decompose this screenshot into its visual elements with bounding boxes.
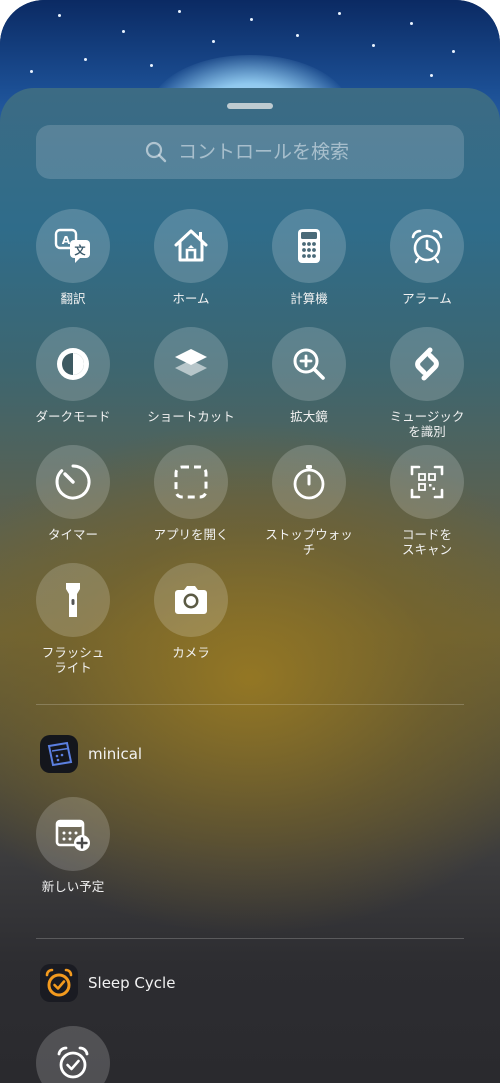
section-divider xyxy=(36,938,464,939)
control-label: ストップウォッチ xyxy=(265,527,353,557)
control-button[interactable] xyxy=(36,563,110,637)
sleep-cycle-app-icon xyxy=(40,964,78,1002)
open-app-icon xyxy=(174,465,208,499)
control-label: 翻訳 xyxy=(60,291,86,306)
control-button[interactable] xyxy=(154,563,228,637)
section-divider xyxy=(36,704,464,705)
sleep-alarm-icon xyxy=(57,1046,89,1079)
app-name: Sleep Cycle xyxy=(88,974,176,992)
translate-icon: A 文 xyxy=(54,228,90,263)
control-label: 計算機 xyxy=(290,291,328,306)
controls-gallery-sheet: コントロールを検索 A 文 翻訳 ホーム 計算機 アラーム ダークモード ショー… xyxy=(0,88,500,1083)
star xyxy=(430,74,433,77)
control-label: タイマー xyxy=(47,527,98,542)
control-button[interactable] xyxy=(36,445,110,519)
control-label: ダークモード xyxy=(35,409,111,424)
control-button[interactable] xyxy=(272,327,346,401)
app-name: minical xyxy=(88,745,143,763)
star xyxy=(296,34,299,37)
star xyxy=(84,58,87,61)
svg-text:A: A xyxy=(62,234,71,247)
search-placeholder: コントロールを検索 xyxy=(178,141,350,163)
star xyxy=(30,70,33,73)
control-button[interactable] xyxy=(390,209,464,283)
shazam-icon xyxy=(415,347,439,381)
control-label: ホーム xyxy=(172,291,210,306)
sheet-grabber[interactable] xyxy=(227,103,273,109)
control-button[interactable] xyxy=(272,209,346,283)
shortcuts-icon xyxy=(175,349,207,376)
control-button[interactable] xyxy=(154,445,228,519)
control-label: ショートカット xyxy=(147,409,235,424)
control-button[interactable] xyxy=(390,445,464,519)
star xyxy=(122,30,125,33)
control-label: 拡大鏡 xyxy=(290,409,328,424)
control-button[interactable] xyxy=(390,327,464,401)
search-icon xyxy=(145,141,167,163)
star xyxy=(338,12,341,15)
star xyxy=(372,44,375,47)
dark-mode-icon xyxy=(57,348,89,380)
timer-icon xyxy=(55,464,91,500)
home-icon xyxy=(174,229,208,262)
control-button[interactable] xyxy=(36,1026,110,1083)
star xyxy=(452,50,455,53)
star xyxy=(410,22,413,25)
control-button[interactable] xyxy=(272,445,346,519)
star xyxy=(250,18,253,21)
control-button[interactable] xyxy=(154,327,228,401)
flashlight-icon xyxy=(66,583,80,617)
new-event-icon xyxy=(55,819,90,851)
control-button[interactable] xyxy=(36,797,110,871)
qr-scan-icon xyxy=(410,465,444,499)
control-label: カメラ xyxy=(172,645,210,660)
control-label: コードを スキャン xyxy=(401,527,452,557)
stopwatch-icon xyxy=(293,465,325,500)
control-button[interactable] xyxy=(36,327,110,401)
calculator-icon xyxy=(298,229,320,263)
star xyxy=(178,10,181,13)
control-label: アプリを開く xyxy=(153,527,229,542)
star xyxy=(58,14,61,17)
control-button[interactable] xyxy=(154,209,228,283)
camera-icon xyxy=(175,586,207,614)
alarm-icon xyxy=(411,229,443,264)
control-label: アラーム xyxy=(402,291,452,306)
search-field[interactable]: コントロールを検索 xyxy=(36,125,464,179)
control-label: フラッシュ ライト xyxy=(41,645,105,675)
control-label: 新しい予定 xyxy=(41,879,105,894)
magnifier-icon xyxy=(293,348,325,380)
control-label: ミュージック を識別 xyxy=(389,409,465,439)
star xyxy=(150,64,153,67)
star xyxy=(212,40,215,43)
control-button[interactable]: A 文 xyxy=(36,209,110,283)
minical-app-icon xyxy=(40,735,78,773)
svg-text:文: 文 xyxy=(75,243,87,257)
